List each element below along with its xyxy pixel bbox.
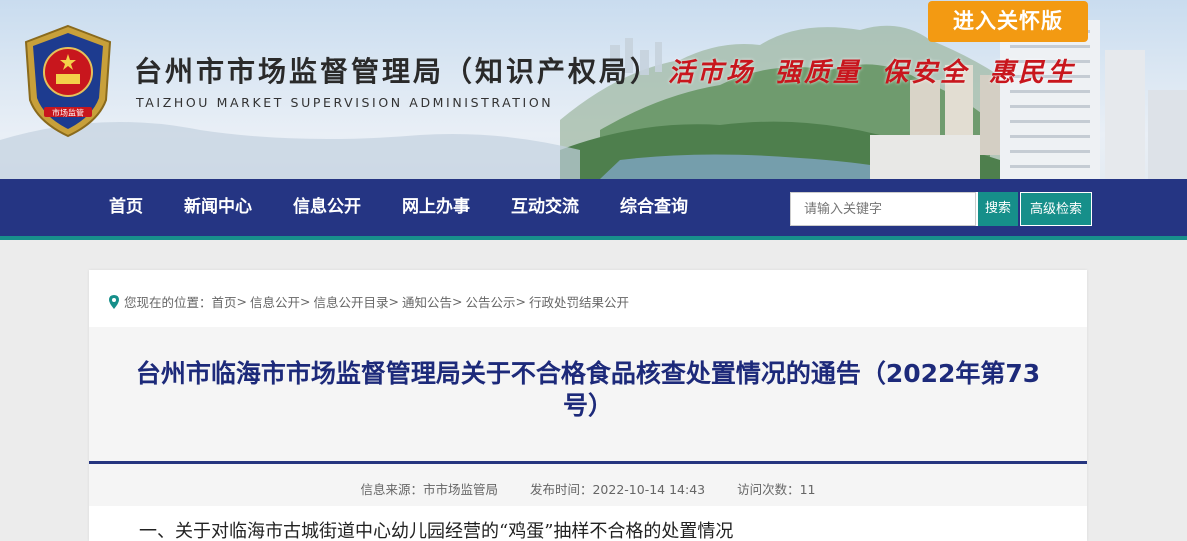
article-card: 您现在的位置： 首页 > 信息公开 > 信息公开目录 > 通知公告 > 公告公示 > 行政…: [89, 270, 1087, 541]
nav-item-news[interactable]: 新闻中心: [184, 179, 252, 236]
advanced-search-button[interactable]: 高级检索: [1020, 192, 1092, 226]
section-heading: 一、关于对临海市古城街道中心幼儿园经营的“鸡蛋”抽样不合格的处置情况: [139, 521, 734, 541]
breadcrumb-info-disclosure[interactable]: 信息公开: [250, 292, 300, 311]
nav-item-info-disclosure[interactable]: 信息公开: [293, 179, 361, 236]
care-mode-button[interactable]: 进入关怀版: [928, 1, 1088, 42]
national-emblem-icon: 市场监管: [24, 24, 112, 138]
nav-accent-strip: [0, 236, 1187, 240]
breadcrumb-info-catalog[interactable]: 信息公开目录: [314, 292, 389, 311]
article-meta: 信息来源：市市场监管局 发布时间：2022-10-14 14:43 访问次数：1…: [89, 479, 1087, 498]
slogan-item: 活市场: [668, 58, 756, 88]
breadcrumb: 您现在的位置： 首页 > 信息公开 > 信息公开目录 > 通知公告 > 公告公示 > 行政…: [109, 292, 629, 311]
breadcrumb-announcements[interactable]: 公告公示: [466, 292, 516, 311]
search-button[interactable]: 搜索: [976, 192, 1018, 226]
location-pin-icon: [109, 294, 119, 309]
breadcrumb-prefix: 您现在的位置：: [124, 295, 212, 310]
emblem-label: 市场监管: [52, 108, 84, 118]
nav-item-online-services[interactable]: 网上办事: [402, 179, 470, 236]
slogan-item: 保安全: [882, 58, 970, 88]
article-views: 访问次数：11: [737, 482, 816, 497]
article-title: 台州市临海市市场监督管理局关于不合格食品核查处置情况的通告（2022年第73号）: [135, 359, 1041, 420]
article-source: 信息来源：市市场监管局: [360, 482, 498, 497]
site-title: 台州市市场监督管理局（知识产权局）: [134, 55, 662, 88]
search-input[interactable]: [790, 192, 976, 226]
site-subtitle: TAIZHOU MARKET SUPERVISION ADMINISTRATIO…: [136, 95, 554, 110]
nav-item-interaction[interactable]: 互动交流: [511, 179, 579, 236]
slogan-item: 惠民生: [989, 58, 1077, 88]
breadcrumb-notices[interactable]: 通知公告: [402, 292, 452, 311]
breadcrumb-home[interactable]: 首页: [212, 292, 237, 311]
slogan: 活市场 强质量 保安全 惠民生: [668, 52, 1096, 89]
breadcrumb-penalty-results[interactable]: 行政处罚结果公开: [529, 292, 629, 311]
article-date: 发布时间：2022-10-14 14:43: [529, 482, 706, 497]
nav-item-query[interactable]: 综合查询: [620, 179, 688, 236]
slogan-item: 强质量: [775, 58, 863, 88]
nav-item-home[interactable]: 首页: [109, 179, 143, 236]
search-box: 搜索 高级检索: [790, 192, 1092, 226]
header-banner: 市场监管 台州市市场监督管理局（知识产权局） TAIZHOU MARKET SU…: [0, 0, 1187, 179]
